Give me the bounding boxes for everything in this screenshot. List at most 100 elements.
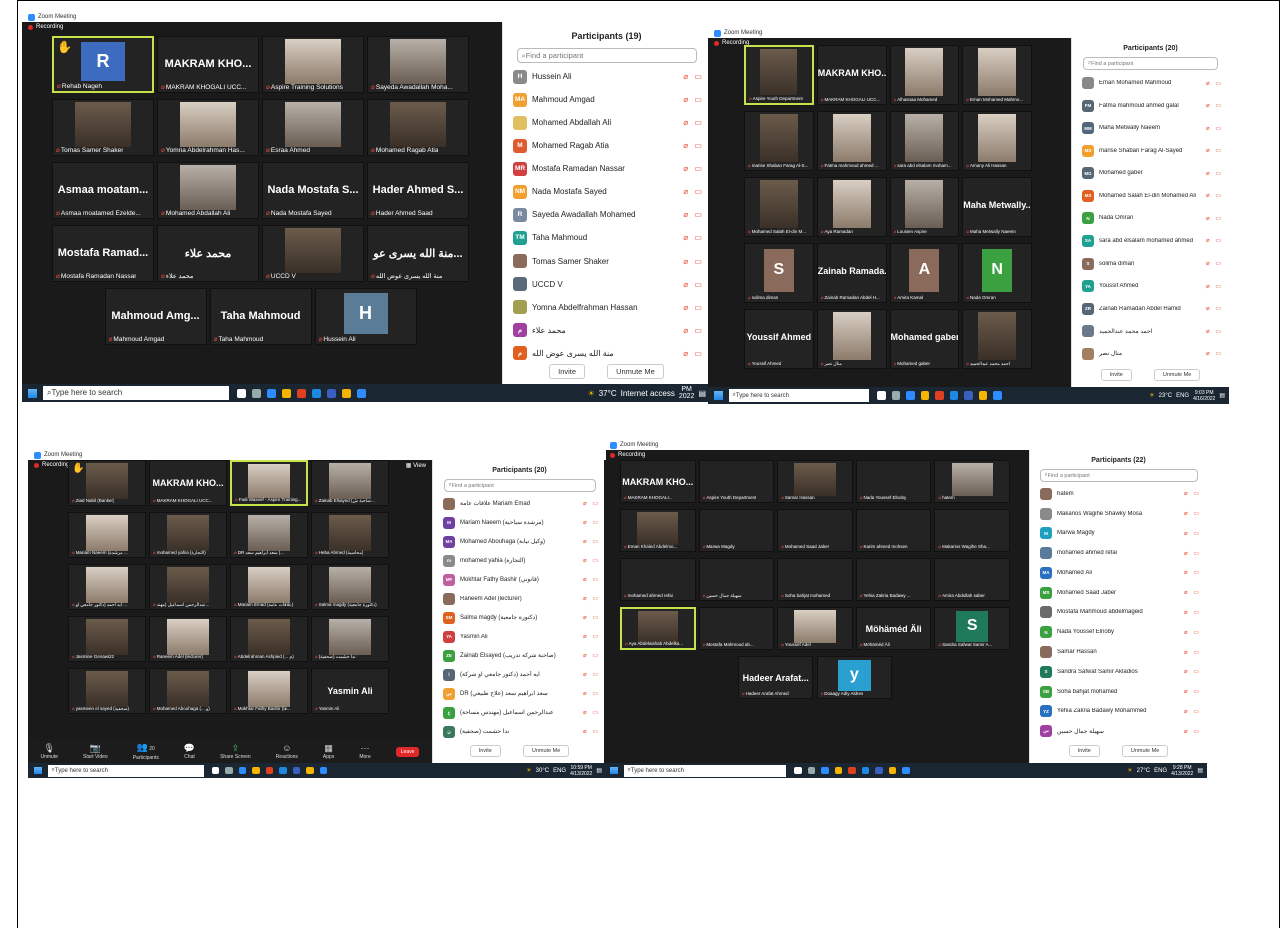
taskbar-app-icon[interactable] xyxy=(861,766,870,775)
taskbar-app-icon[interactable] xyxy=(265,766,274,775)
participant-row[interactable]: MG Mohamed gaber ⌀ ▭ xyxy=(1072,162,1229,185)
participant-row[interactable]: M Mariam Naeem (مرشدة سياحية) ⌀ ▭ xyxy=(433,513,606,532)
participant-row[interactable]: NM Nada Mostafa Sayed ⌀ ▭ xyxy=(503,180,710,203)
participant-video-tile[interactable]: ⌀Amany Ali Hassan xyxy=(962,111,1032,171)
taskbar-app-icon[interactable] xyxy=(279,766,287,775)
participant-row[interactable]: Yomna Abdelfrahman Hassan ⌀ ▭ xyxy=(503,296,710,319)
participant-row[interactable]: Samar Hassan ⌀ ▭ xyxy=(1030,642,1207,662)
participant-row[interactable]: MS marise Shaban Farag Al-Sayed ⌀ ▭ xyxy=(1072,140,1229,163)
control-reactions[interactable]: ☺ Reactions xyxy=(276,744,298,761)
participant-video-tile[interactable]: ⌀سهيلة جمال حسين xyxy=(698,558,775,601)
participant-video-tile[interactable]: Taha Mahmoud ⌀Taha Mahmoud xyxy=(209,288,312,345)
participant-video-tile[interactable]: ⌀yasmeen el sayed (صحفية) xyxy=(68,668,146,714)
taskbar-app-icon[interactable] xyxy=(794,766,802,775)
participant-video-tile[interactable]: ⌀ندا حشمت (صحفية) xyxy=(311,616,389,662)
taskbar-app-icon[interactable] xyxy=(251,388,261,398)
leave-button[interactable]: Leave xyxy=(395,747,420,757)
taskbar-app-icon[interactable] xyxy=(326,388,336,398)
participant-row[interactable]: MS Mohamed Saad Jaber ⌀ ▭ xyxy=(1030,583,1207,603)
participant-video-tile[interactable]: ⌀Raneem Adel (lecturer) xyxy=(149,616,227,662)
participant-row[interactable]: Eman Mohamed Mahmoud ⌀ ▭ xyxy=(1072,72,1229,95)
taskbar-app-icon[interactable] xyxy=(935,391,944,400)
taskbar-app-icon[interactable] xyxy=(211,766,220,775)
participant-row[interactable]: ا ايه أحمد (دكتور جامعي او شركة) ⌀ ▭ xyxy=(433,665,606,684)
participant-video-tile[interactable]: ⌀Mokhtar Fathy Bashir (قا... xyxy=(230,668,308,714)
participant-row[interactable]: SB Soha bahjat mohamed ⌀ ▭ xyxy=(1030,682,1207,702)
participant-video-tile[interactable]: Nada Mostafa S... ⌀Nada Mostafa Sayed xyxy=(262,162,364,219)
taskbar-app-icon[interactable] xyxy=(252,766,260,775)
participant-row[interactable]: س سهيلة جمال حسين ⌀ ▭ xyxy=(1030,721,1207,741)
taskbar-app-icon[interactable] xyxy=(964,391,973,400)
participant-video-tile[interactable]: ⌀Mostafa Mahmoud ab... xyxy=(698,607,775,650)
windows-start-icon[interactable] xyxy=(610,766,618,775)
taskbar-app-icon[interactable] xyxy=(848,766,856,775)
taskbar-app-icon[interactable] xyxy=(875,766,883,775)
participant-video-tile[interactable]: ⌀Mohamed Abdallah Ali xyxy=(157,162,259,219)
participant-row[interactable]: MS Mohamed Salah El-din Mohamed Ali ⌀ ▭ xyxy=(1072,185,1229,208)
participant-video-tile[interactable]: Yasmin Ali ⌀Yasmin Ali xyxy=(311,668,389,714)
participant-video-tile[interactable]: ⌀Esraa Ahmed xyxy=(262,99,364,156)
participant-row[interactable]: S Sandra Safwat Samir Akladios ⌀ ▭ xyxy=(1030,662,1207,682)
participant-video-tile[interactable]: ⌀Aspire Youth Department xyxy=(698,460,775,503)
participant-video-tile[interactable]: ⌀Aspire Youth Department xyxy=(744,45,814,105)
participant-row[interactable]: MF Mokhtar Fathy Bashir (قانوني) ⌀ ▭ xyxy=(433,570,606,589)
participant-row[interactable]: R Sayeda Awadallah Mohamed ⌀ ▭ xyxy=(503,203,710,226)
participant-row[interactable]: Raneem Adel (lecturer) ⌀ ▭ xyxy=(433,589,606,608)
control-share-screen[interactable]: ⇪ Share Screen xyxy=(220,744,251,761)
participant-video-tile[interactable]: ⌀Tomas Samer Shaker xyxy=(52,99,154,156)
participant-search-input[interactable]: ⌕ Find a participant xyxy=(1039,469,1198,482)
participant-video-tile[interactable]: ⌀Amira Abdullah saber xyxy=(934,558,1010,601)
participant-row[interactable]: Ssolima diman ⌀ ▭ xyxy=(1072,252,1229,275)
participant-search-input[interactable]: ⌕ Find a participant xyxy=(1083,57,1218,70)
participant-video-tile[interactable]: ⌀Aya Ramadan xyxy=(816,177,887,237)
participant-video-tile[interactable]: H ⌀Hussein Ali xyxy=(314,288,417,345)
participant-row[interactable]: hatem ⌀ ▭ xyxy=(1030,484,1207,504)
control-participants[interactable]: 👥 20 Participants xyxy=(133,743,159,762)
participant-video-tile[interactable]: ⌀عبدالرحمن اسماعيل (مهند... xyxy=(149,564,227,610)
participant-row[interactable]: MR Mostafa Ramadan Nassar ⌀ ▭ xyxy=(503,157,710,180)
participant-video-tile[interactable]: y ⌀Doaagy Adly Aldres xyxy=(816,656,893,699)
participant-video-tile[interactable]: ⌀Makarios Wagihe Sha... xyxy=(934,509,1010,552)
participant-row[interactable]: TM Taha Mahmoud ⌀ ▭ xyxy=(503,226,710,249)
participant-row[interactable]: SA sara abd elsalam mohamed ahmed ⌀ ▭ xyxy=(1072,230,1229,253)
participant-video-tile[interactable]: ⌀Mariam Naeem (مرشدة ... xyxy=(68,512,146,558)
participant-video-tile[interactable]: ⌀Zainab Elsayed (صاحبة ش... xyxy=(311,460,389,506)
participant-video-tile[interactable]: محمد علاء ⌀محمد علاء xyxy=(157,225,259,282)
windows-start-icon[interactable] xyxy=(714,391,723,400)
taskbar-app-icon[interactable] xyxy=(891,391,901,400)
participant-video-tile[interactable]: ⌀Marwa Magdy xyxy=(698,509,775,552)
taskbar-app-icon[interactable] xyxy=(292,766,301,775)
participant-video-tile[interactable]: Asmaa moatam... ⌀Asmaa moatamed Ezelde... xyxy=(52,162,154,219)
participant-video-tile[interactable]: MAKRAM KHO... ⌀MAKRAM KHOGALI UCC... xyxy=(157,36,259,93)
participant-video-tile[interactable]: Youssif Ahmed ⌀Youssif Ahmed xyxy=(744,309,814,369)
participant-video-tile[interactable]: ⌀Jasmine Genawi22 xyxy=(68,616,146,662)
participant-video-tile[interactable]: ✋ ⌀Ziad Nabil (Banker) xyxy=(68,460,146,506)
taskbar-app-icon[interactable] xyxy=(225,766,233,775)
taskbar-app-icon[interactable] xyxy=(238,766,247,775)
participant-row[interactable]: N Nada Omran ⌀ ▭ xyxy=(1072,207,1229,230)
taskbar-app-icon[interactable] xyxy=(877,391,886,400)
participant-row[interactable]: ZE Zainab Elsayed (صاحبة شركة تدريب) ⌀ ▭ xyxy=(433,646,606,665)
participant-video-tile[interactable]: ⌀Sayeda Awadallah Moha... xyxy=(367,36,469,93)
participant-row[interactable]: SM Salma magdy (دكتورة جامعية) ⌀ ▭ xyxy=(433,608,606,627)
taskbar-search-box[interactable]: ⌕ Type here to search xyxy=(728,388,870,403)
participant-row[interactable]: M Mohamed Ragab Atia ⌀ ▭ xyxy=(503,134,710,157)
participant-row[interactable]: N Nada Youssef Elnoby ⌀ ▭ xyxy=(1030,622,1207,642)
participant-video-tile[interactable]: S ⌀solima diman xyxy=(744,243,814,303)
participant-video-tile[interactable]: ⌀Youssef Adel xyxy=(777,607,853,650)
participant-video-tile[interactable]: N ⌀Nada Omran xyxy=(962,243,1032,303)
participant-video-tile[interactable]: ⌀Lousien Aspire xyxy=(889,177,960,237)
participant-video-tile[interactable]: ⌀Aya Abdelwahab Abdelka... xyxy=(620,607,696,650)
participant-video-tile[interactable]: MAKRAM KHO... ⌀MAKRAM KHOGALI UCC... xyxy=(149,460,227,506)
participant-row[interactable]: ZR Zainab Ramadan Abdel Hamid ⌀ ▭ xyxy=(1072,297,1229,320)
view-button[interactable]: ▦ View xyxy=(406,462,426,469)
notification-icon[interactable]: ▤ xyxy=(1219,392,1225,399)
taskbar-app-icon[interactable] xyxy=(834,766,843,775)
participant-video-tile[interactable]: ⌀sara abd elsalam moham... xyxy=(889,111,960,171)
unmute-me-button[interactable]: Unmute Me xyxy=(1153,369,1201,381)
control-unmute[interactable]: 🎙 Unmute xyxy=(41,744,59,761)
participant-video-tile[interactable]: ⌀Mohamed Abouhaga (... و) xyxy=(149,668,227,714)
participant-row[interactable]: FM Fatma mahmoud ahmed galal ⌀ ▭ xyxy=(1072,95,1229,118)
participant-video-tile[interactable]: MAKRAM KHO... ⌀MAKRAM KHOGALI... xyxy=(620,460,696,503)
taskbar-app-icon[interactable] xyxy=(821,766,829,775)
